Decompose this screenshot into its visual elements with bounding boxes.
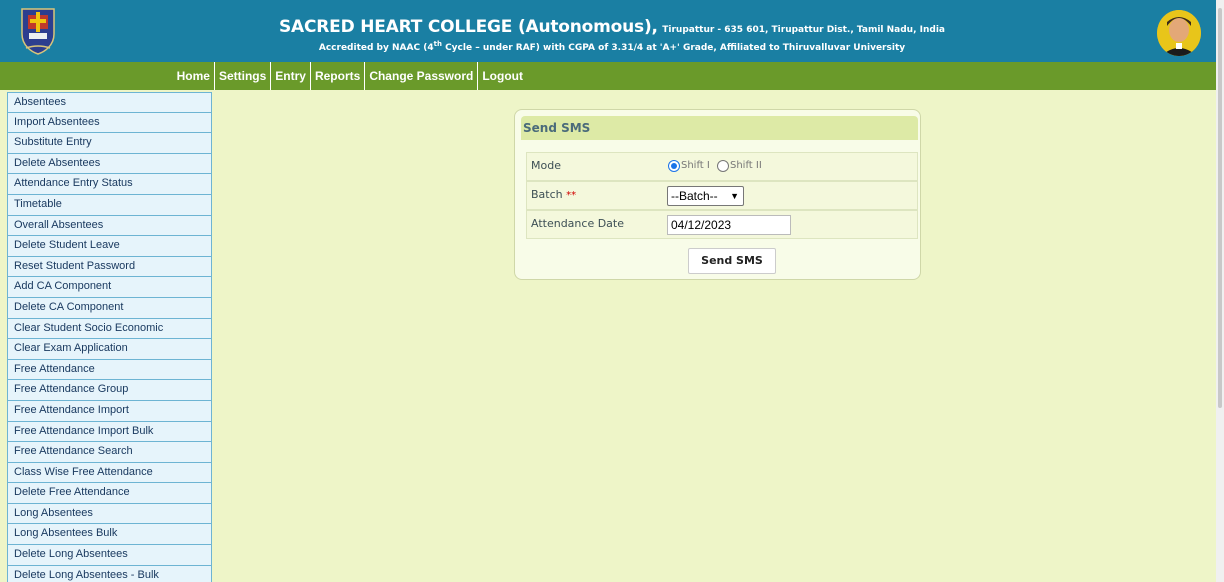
- sidebar-menu: Absentees Import Absentees Substitute En…: [7, 92, 212, 582]
- founder-portrait-icon: [1157, 10, 1201, 56]
- sidebar-item-clear-exam-application[interactable]: Clear Exam Application: [7, 339, 212, 360]
- sidebar-item-reset-student-password[interactable]: Reset Student Password: [7, 256, 212, 278]
- sidebar-item-class-wise-free-attendance[interactable]: Class Wise Free Attendance: [7, 462, 212, 484]
- attendance-date-label: Attendance Date: [531, 217, 624, 230]
- shift-2-radio[interactable]: [717, 160, 729, 172]
- sidebar-item-add-ca-component[interactable]: Add CA Component: [7, 277, 212, 298]
- sidebar-item-delete-student-leave[interactable]: Delete Student Leave: [7, 236, 212, 257]
- sidebar-item-long-absentees[interactable]: Long Absentees: [7, 503, 212, 525]
- nav-change-password[interactable]: Change Password: [364, 62, 477, 90]
- sidebar-item-free-attendance[interactable]: Free Attendance: [7, 359, 212, 381]
- batch-select-value: --Batch--: [671, 189, 718, 203]
- college-name: SACRED HEART COLLEGE (Autonomous),: [279, 17, 658, 37]
- shift-1-label[interactable]: Shift I: [681, 160, 710, 171]
- scrollbar-thumb[interactable]: [1218, 8, 1222, 408]
- shift-1-radio[interactable]: [668, 160, 680, 172]
- send-sms-panel: Send SMS Mode Shift I Shift II Batch ** …: [514, 109, 921, 280]
- college-accreditation: Accredited by NAAC (4th Cycle – under RA…: [0, 40, 1224, 53]
- sidebar-item-free-attendance-import[interactable]: Free Attendance Import: [7, 400, 212, 422]
- sidebar-item-import-absentees[interactable]: Import Absentees: [7, 112, 212, 134]
- mode-row: Mode Shift I Shift II: [526, 152, 918, 181]
- sidebar-item-free-attendance-import-bulk[interactable]: Free Attendance Import Bulk: [7, 421, 212, 443]
- sidebar-item-free-attendance-group[interactable]: Free Attendance Group: [7, 380, 212, 401]
- nav-reports[interactable]: Reports: [309, 62, 364, 90]
- shift-2-label[interactable]: Shift II: [730, 160, 762, 171]
- site-header: SACRED HEART COLLEGE (Autonomous), Tirup…: [0, 0, 1224, 62]
- attendance-date-input[interactable]: 04/12/2023: [667, 215, 791, 235]
- date-row: Attendance Date 04/12/2023: [526, 210, 918, 239]
- sidebar-item-overall-absentees[interactable]: Overall Absentees: [7, 215, 212, 237]
- sidebar-item-attendance-entry-status[interactable]: Attendance Entry Status: [7, 174, 212, 195]
- accreditation-suffix: Cycle – under RAF) with CGPA of 3.31/4 a…: [441, 43, 906, 53]
- required-marker: **: [566, 190, 577, 201]
- nav-logout[interactable]: Logout: [477, 62, 527, 90]
- nav-entry[interactable]: Entry: [270, 62, 310, 90]
- mode-label: Mode: [531, 159, 561, 172]
- sidebar-item-substitute-entry[interactable]: Substitute Entry: [7, 133, 212, 154]
- main-navbar: Home Settings Entry Reports Change Passw…: [0, 62, 1224, 90]
- sidebar-item-delete-long-absentees-bulk[interactable]: Delete Long Absentees - Bulk: [7, 565, 212, 582]
- sidebar-item-delete-free-attendance[interactable]: Delete Free Attendance: [7, 483, 212, 504]
- panel-title: Send SMS: [521, 116, 918, 140]
- sidebar-item-timetable[interactable]: Timetable: [7, 194, 212, 216]
- sidebar-item-delete-ca-component[interactable]: Delete CA Component: [7, 297, 212, 319]
- sidebar-item-delete-absentees[interactable]: Delete Absentees: [7, 153, 212, 175]
- accreditation-sup: th: [433, 40, 442, 48]
- college-title: SACRED HEART COLLEGE (Autonomous), Tirup…: [0, 17, 1224, 37]
- nav-home[interactable]: Home: [173, 62, 214, 90]
- nav-settings[interactable]: Settings: [213, 62, 270, 90]
- batch-row: Batch ** --Batch-- ▼: [526, 181, 918, 210]
- nav-menu: Home Settings Entry Reports Change Passw…: [173, 62, 527, 90]
- sidebar-item-absentees[interactable]: Absentees: [7, 92, 212, 113]
- batch-select[interactable]: --Batch-- ▼: [667, 186, 744, 206]
- batch-label: Batch **: [531, 182, 576, 209]
- accreditation-prefix: Accredited by NAAC (4: [318, 43, 434, 53]
- sidebar-item-long-absentees-bulk[interactable]: Long Absentees Bulk: [7, 524, 212, 546]
- college-location: Tirupattur - 635 601, Tirupattur Dist., …: [662, 25, 945, 35]
- sidebar-item-clear-student-socio-economic[interactable]: Clear Student Socio Economic: [7, 318, 212, 340]
- page-scrollbar[interactable]: [1216, 0, 1224, 582]
- sidebar-item-free-attendance-search[interactable]: Free Attendance Search: [7, 442, 212, 463]
- sidebar-item-delete-long-absentees[interactable]: Delete Long Absentees: [7, 545, 212, 566]
- batch-label-text: Batch: [531, 188, 563, 201]
- send-sms-button[interactable]: Send SMS: [688, 248, 776, 274]
- chevron-down-icon: ▼: [730, 191, 739, 201]
